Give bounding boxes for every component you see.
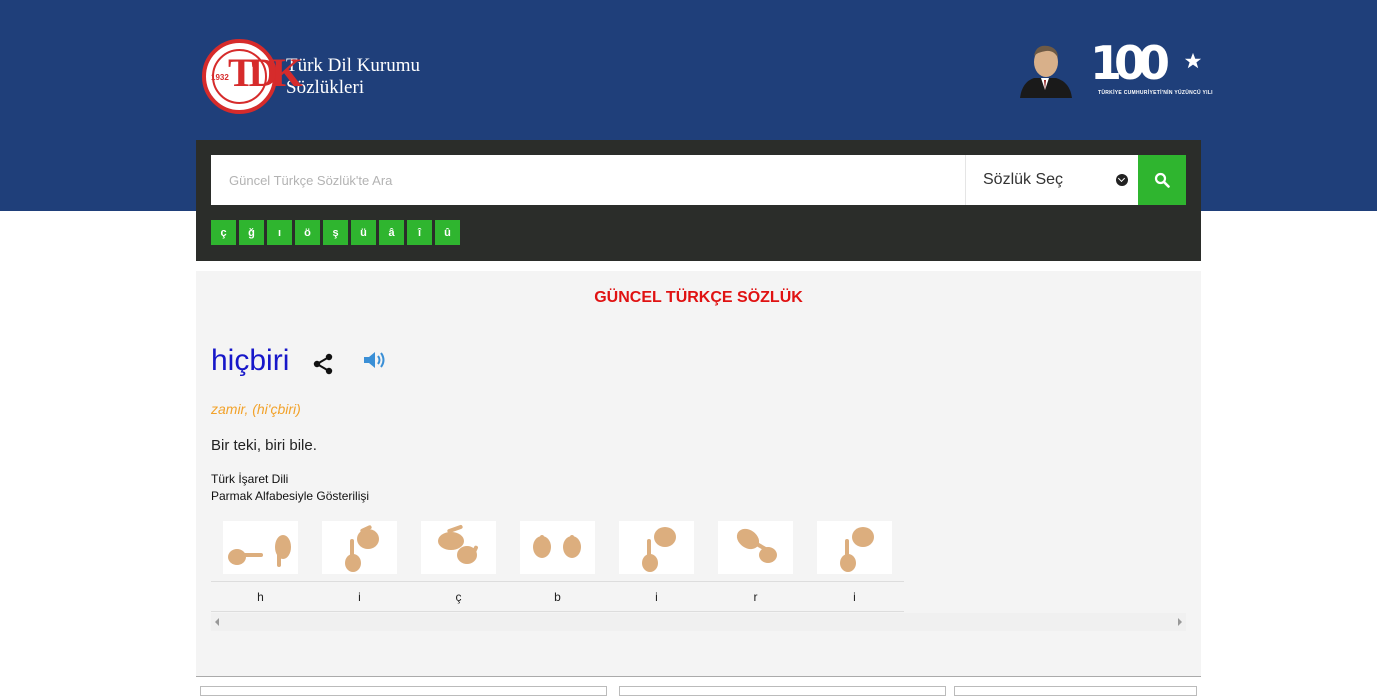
search-input[interactable] <box>211 155 965 205</box>
search-icon <box>1154 172 1170 188</box>
fingerspelling-table: h i ç b i r i <box>211 521 904 612</box>
letter-cell: ç <box>455 589 462 604</box>
centennial-caption: TÜRKİYE CUMHURİYETİ'NİN YÜZÜNCÜ YILI <box>1098 90 1213 96</box>
hand-sign-image <box>817 521 892 574</box>
letter-row: h i ç b i r i <box>211 581 904 612</box>
hand-sign-image <box>322 521 397 574</box>
logo-mark: TDK <box>228 50 303 95</box>
hand-sign-image <box>520 521 595 574</box>
hand-sign-image <box>223 521 298 574</box>
letter-cell: r <box>753 589 758 604</box>
letter-cell: h <box>257 589 264 604</box>
logo-year: 1932 <box>211 73 229 82</box>
char-button-o-umlaut[interactable]: ö <box>295 220 320 245</box>
search-panel: Sözlük Seç ç ğ ı ö ş ü â î û <box>196 140 1201 261</box>
hand-sign-image <box>619 521 694 574</box>
scroll-right-icon[interactable] <box>1178 618 1182 626</box>
special-char-bar: ç ğ ı ö ş ü â î û <box>211 220 460 245</box>
headword: hiçbiri <box>211 344 290 377</box>
letter-cell: i <box>853 589 856 604</box>
hand-sign-image <box>421 521 496 574</box>
char-button-s-cedilla[interactable]: ş <box>323 220 348 245</box>
star-icon <box>1184 52 1202 69</box>
char-button-u-circumflex[interactable]: û <box>435 220 460 245</box>
letter-cell: b <box>554 589 561 604</box>
char-button-u-umlaut[interactable]: ü <box>351 220 376 245</box>
share-icon[interactable] <box>312 353 334 375</box>
char-button-c-cedilla[interactable]: ç <box>211 220 236 245</box>
bottom-panel <box>954 686 1197 696</box>
logo-title: Türk Dil Kurumu Sözlükleri <box>286 55 420 99</box>
sign-language-label: Türk İşaret Dili Parmak Alfabesiyle Göst… <box>211 471 369 505</box>
tdk-logo-link[interactable]: 1932 TDK Türk Dil Kurumu Sözlükleri <box>202 39 420 114</box>
char-button-i-circumflex[interactable]: î <box>407 220 432 245</box>
centennial-badge: 100 TÜRKİYE CUMHURİYETİ'NİN YÜZÜNCÜ YILI <box>1012 36 1213 100</box>
speaker-icon[interactable] <box>362 349 388 371</box>
letter-cell: i <box>358 589 361 604</box>
char-button-g-breve[interactable]: ğ <box>239 220 264 245</box>
ataturk-portrait <box>1012 38 1078 98</box>
scroll-left-icon[interactable] <box>215 618 219 626</box>
letter-cell: i <box>655 589 658 604</box>
sign-image-row <box>211 521 904 581</box>
char-button-dotless-i[interactable]: ı <box>267 220 292 245</box>
logo-line-2: Sözlükleri <box>286 76 365 98</box>
hand-sign-image <box>718 521 793 574</box>
horizontal-scrollbar[interactable] <box>211 613 1186 631</box>
meaning-text: Bir teki, biri bile. <box>211 437 317 454</box>
logo-line-1: Türk Dil Kurumu <box>286 54 421 76</box>
char-button-a-circumflex[interactable]: â <box>379 220 404 245</box>
tdk-emblem: 1932 TDK <box>202 39 303 114</box>
chevron-down-icon <box>1116 174 1128 186</box>
dictionary-select-label: Sözlük Seç <box>983 171 1064 188</box>
result-panel: GÜNCEL TÜRKÇE SÖZLÜK hiçbiri zamir, (hi'… <box>196 271 1201 676</box>
bottom-panel <box>619 686 946 696</box>
dictionary-title: GÜNCEL TÜRKÇE SÖZLÜK <box>594 289 803 306</box>
sign-language-label-line-2: Parmak Alfabesiyle Gösterilişi <box>211 489 370 503</box>
search-button[interactable] <box>1138 155 1186 205</box>
divider <box>196 676 1201 677</box>
bottom-panel <box>200 686 607 696</box>
pos-pronunciation: zamir, (hi'çbiri) <box>211 401 301 417</box>
sign-language-label-line-1: Türk İşaret Dili <box>211 472 289 486</box>
dictionary-select[interactable]: Sözlük Seç <box>965 155 1138 205</box>
centennial-number: 100 <box>1090 36 1170 90</box>
